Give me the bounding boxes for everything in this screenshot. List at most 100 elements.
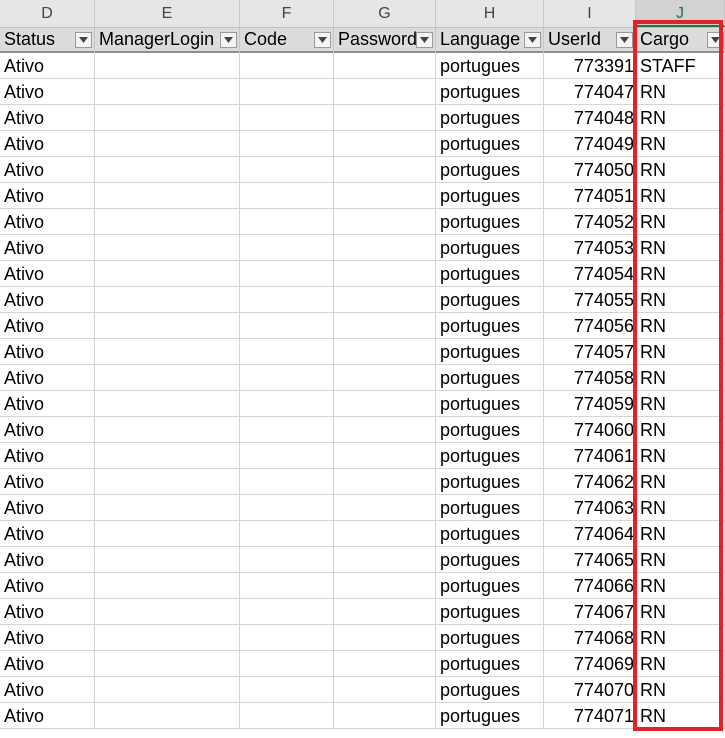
- column-letter-h[interactable]: H: [436, 0, 544, 27]
- cell-status[interactable]: Ativo: [0, 209, 95, 235]
- cell-code[interactable]: [240, 339, 334, 365]
- cell-password[interactable]: [334, 391, 436, 417]
- cell-cargo[interactable]: RN: [636, 703, 725, 729]
- cell-language[interactable]: portugues: [436, 573, 544, 599]
- cell-password[interactable]: [334, 53, 436, 79]
- cell-manager-login[interactable]: [95, 287, 240, 313]
- cell-language[interactable]: portugues: [436, 313, 544, 339]
- cell-manager-login[interactable]: [95, 183, 240, 209]
- cell-language[interactable]: portugues: [436, 157, 544, 183]
- cell-code[interactable]: [240, 703, 334, 729]
- cell-cargo[interactable]: RN: [636, 495, 725, 521]
- cell-user-id[interactable]: 774070: [544, 677, 636, 703]
- cell-code[interactable]: [240, 521, 334, 547]
- cell-status[interactable]: Ativo: [0, 183, 95, 209]
- cell-cargo[interactable]: RN: [636, 183, 725, 209]
- cell-status[interactable]: Ativo: [0, 287, 95, 313]
- column-letter-f[interactable]: F: [240, 0, 334, 27]
- cell-password[interactable]: [334, 573, 436, 599]
- cell-cargo[interactable]: RN: [636, 573, 725, 599]
- cell-code[interactable]: [240, 183, 334, 209]
- cell-language[interactable]: portugues: [436, 261, 544, 287]
- cell-cargo[interactable]: RN: [636, 105, 725, 131]
- cell-language[interactable]: portugues: [436, 495, 544, 521]
- cell-manager-login[interactable]: [95, 417, 240, 443]
- cell-manager-login[interactable]: [95, 53, 240, 79]
- cell-manager-login[interactable]: [95, 209, 240, 235]
- cell-cargo[interactable]: RN: [636, 391, 725, 417]
- cell-cargo[interactable]: RN: [636, 625, 725, 651]
- cell-user-id[interactable]: 774064: [544, 521, 636, 547]
- cell-code[interactable]: [240, 417, 334, 443]
- cell-language[interactable]: portugues: [436, 521, 544, 547]
- cell-status[interactable]: Ativo: [0, 79, 95, 105]
- filter-button-language[interactable]: [524, 32, 541, 48]
- cell-status[interactable]: Ativo: [0, 469, 95, 495]
- cell-password[interactable]: [334, 599, 436, 625]
- cell-language[interactable]: portugues: [436, 599, 544, 625]
- cell-password[interactable]: [334, 287, 436, 313]
- cell-password[interactable]: [334, 209, 436, 235]
- cell-language[interactable]: portugues: [436, 365, 544, 391]
- cell-code[interactable]: [240, 157, 334, 183]
- cell-status[interactable]: Ativo: [0, 625, 95, 651]
- cell-user-id[interactable]: 774065: [544, 547, 636, 573]
- cell-code[interactable]: [240, 209, 334, 235]
- filter-button-manager-login[interactable]: [220, 32, 237, 48]
- cell-manager-login[interactable]: [95, 313, 240, 339]
- cell-cargo[interactable]: RN: [636, 677, 725, 703]
- cell-manager-login[interactable]: [95, 703, 240, 729]
- cell-password[interactable]: [334, 313, 436, 339]
- cell-manager-login[interactable]: [95, 261, 240, 287]
- cell-manager-login[interactable]: [95, 391, 240, 417]
- cell-code[interactable]: [240, 443, 334, 469]
- cell-manager-login[interactable]: [95, 573, 240, 599]
- cell-password[interactable]: [334, 261, 436, 287]
- cell-language[interactable]: portugues: [436, 417, 544, 443]
- cell-code[interactable]: [240, 677, 334, 703]
- cell-status[interactable]: Ativo: [0, 521, 95, 547]
- cell-language[interactable]: portugues: [436, 235, 544, 261]
- cell-password[interactable]: [334, 469, 436, 495]
- cell-status[interactable]: Ativo: [0, 313, 95, 339]
- cell-password[interactable]: [334, 443, 436, 469]
- cell-status[interactable]: Ativo: [0, 131, 95, 157]
- cell-user-id[interactable]: 774069: [544, 651, 636, 677]
- cell-manager-login[interactable]: [95, 651, 240, 677]
- cell-user-id[interactable]: 774062: [544, 469, 636, 495]
- cell-status[interactable]: Ativo: [0, 495, 95, 521]
- column-letter-j[interactable]: J: [636, 0, 725, 27]
- cell-cargo[interactable]: RN: [636, 547, 725, 573]
- cell-user-id[interactable]: 774066: [544, 573, 636, 599]
- filter-button-password[interactable]: [416, 32, 433, 48]
- cell-user-id[interactable]: 774047: [544, 79, 636, 105]
- column-letter-e[interactable]: E: [95, 0, 240, 27]
- cell-language[interactable]: portugues: [436, 391, 544, 417]
- cell-password[interactable]: [334, 417, 436, 443]
- cell-code[interactable]: [240, 105, 334, 131]
- cell-user-id[interactable]: 774067: [544, 599, 636, 625]
- cell-password[interactable]: [334, 183, 436, 209]
- filter-button-user-id[interactable]: [616, 32, 633, 48]
- cell-user-id[interactable]: 774049: [544, 131, 636, 157]
- cell-manager-login[interactable]: [95, 625, 240, 651]
- cell-language[interactable]: portugues: [436, 625, 544, 651]
- cell-user-id[interactable]: 774058: [544, 365, 636, 391]
- cell-manager-login[interactable]: [95, 365, 240, 391]
- cell-language[interactable]: portugues: [436, 53, 544, 79]
- cell-language[interactable]: portugues: [436, 651, 544, 677]
- cell-language[interactable]: portugues: [436, 131, 544, 157]
- cell-password[interactable]: [334, 651, 436, 677]
- cell-cargo[interactable]: STAFF: [636, 53, 725, 79]
- cell-password[interactable]: [334, 365, 436, 391]
- cell-user-id[interactable]: 773391: [544, 53, 636, 79]
- cell-language[interactable]: portugues: [436, 703, 544, 729]
- cell-user-id[interactable]: 774051: [544, 183, 636, 209]
- cell-manager-login[interactable]: [95, 677, 240, 703]
- cell-manager-login[interactable]: [95, 521, 240, 547]
- cell-manager-login[interactable]: [95, 235, 240, 261]
- cell-password[interactable]: [334, 677, 436, 703]
- cell-status[interactable]: Ativo: [0, 105, 95, 131]
- cell-code[interactable]: [240, 261, 334, 287]
- header-cell-manager-login[interactable]: ManagerLogin: [95, 28, 240, 53]
